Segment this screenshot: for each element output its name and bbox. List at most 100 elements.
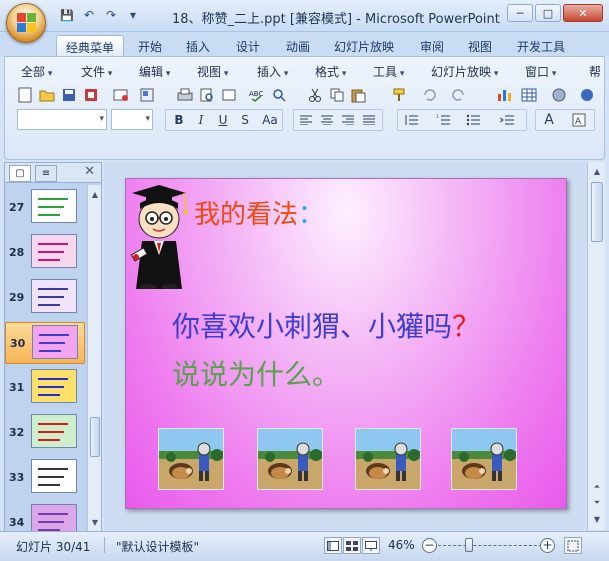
format-painter-icon[interactable] bbox=[389, 85, 408, 104]
slide-thumbnail[interactable]: 28 bbox=[5, 232, 85, 274]
classic-menu-item[interactable]: 窗口 bbox=[525, 63, 556, 80]
customize-qat-icon[interactable]: ▾ bbox=[124, 6, 142, 24]
scrollbar-thumb[interactable] bbox=[90, 417, 100, 457]
slides-tab[interactable]: ▢ bbox=[9, 165, 31, 182]
undo-icon[interactable] bbox=[419, 85, 438, 104]
redo-icon[interactable] bbox=[449, 85, 468, 104]
redo-icon[interactable]: ↷ bbox=[102, 6, 120, 24]
zoom-out-button[interactable]: − bbox=[422, 538, 437, 553]
classic-menu-item[interactable]: 文件 bbox=[81, 63, 112, 80]
font-name-combo[interactable]: ▾ bbox=[17, 109, 107, 130]
zoom-in-button[interactable]: + bbox=[540, 538, 555, 553]
hedgehog-picture[interactable] bbox=[355, 428, 421, 490]
align-center-icon[interactable] bbox=[318, 111, 336, 129]
permission-icon[interactable] bbox=[81, 85, 100, 104]
current-slide[interactable]: 我的看法： 你喜欢小刺猬、小獾吗？ 说说为什么。 bbox=[125, 178, 567, 509]
print-icon[interactable] bbox=[175, 85, 194, 104]
italic-button[interactable]: I bbox=[192, 111, 210, 129]
justify-icon[interactable] bbox=[360, 111, 378, 129]
web-page-icon[interactable] bbox=[137, 85, 156, 104]
cut-icon[interactable] bbox=[305, 85, 324, 104]
open-folder-icon[interactable] bbox=[37, 85, 56, 104]
slide-thumbnail[interactable]: 31 bbox=[5, 367, 85, 409]
bullets-icon[interactable] bbox=[464, 111, 482, 129]
thumbnail-scrollbar[interactable]: ▲ ▼ bbox=[87, 185, 101, 531]
scroll-down-icon[interactable]: ▼ bbox=[591, 512, 603, 526]
ribbon-tab[interactable]: 开发工具 bbox=[508, 35, 574, 56]
ribbon-tab[interactable]: 插入 bbox=[178, 35, 218, 56]
research-icon[interactable] bbox=[269, 85, 288, 104]
close-pane-icon[interactable]: ✕ bbox=[84, 164, 95, 179]
undo-icon[interactable]: ↶ bbox=[80, 6, 98, 24]
normal-view-icon[interactable] bbox=[324, 537, 342, 554]
classic-menu-item[interactable]: 幻灯片放映 bbox=[431, 63, 498, 80]
copy-icon[interactable] bbox=[327, 85, 346, 104]
save-icon[interactable]: 💾 bbox=[58, 6, 76, 24]
zoom-slider-track[interactable] bbox=[438, 545, 542, 546]
classic-menu-item[interactable]: 插入 bbox=[257, 63, 288, 80]
scroll-up-icon[interactable]: ▲ bbox=[89, 187, 101, 201]
classic-menu-item[interactable]: 视图 bbox=[197, 63, 228, 80]
ribbon-tab[interactable]: 幻灯片放映 bbox=[326, 35, 402, 56]
new-document-icon[interactable] bbox=[15, 85, 34, 104]
classic-menu-item[interactable]: 帮 bbox=[589, 63, 601, 80]
save-icon[interactable] bbox=[59, 85, 78, 104]
ribbon-tab[interactable]: 开始 bbox=[130, 35, 170, 56]
classic-menu-item[interactable]: 全部 bbox=[21, 63, 52, 80]
slide-thumbnail[interactable]: 29 bbox=[5, 277, 85, 319]
classic-menu-item[interactable]: 编辑 bbox=[139, 63, 170, 80]
numbering-icon[interactable]: 1 bbox=[434, 111, 452, 129]
indent-icon[interactable] bbox=[498, 111, 516, 129]
slide-thumbnail[interactable]: 27 bbox=[5, 187, 85, 229]
align-right-icon[interactable] bbox=[339, 111, 357, 129]
line-spacing-icon[interactable] bbox=[402, 111, 420, 129]
prev-slide-icon[interactable]: ⏶ bbox=[591, 480, 603, 494]
slide-scrollbar[interactable]: ▲ ⏶ ⏷ ▼ bbox=[587, 162, 605, 530]
spelling-icon[interactable]: ABC bbox=[247, 85, 266, 104]
zoom-slider-thumb[interactable] bbox=[465, 538, 474, 552]
slide-thumbnail[interactable]: 34 bbox=[5, 502, 85, 531]
print-preview-icon[interactable] bbox=[197, 85, 216, 104]
slide-thumbnail[interactable]: 33 bbox=[5, 457, 85, 499]
next-slide-icon[interactable]: ⏷ bbox=[591, 496, 603, 510]
ribbon-tab[interactable]: 视图 bbox=[460, 35, 500, 56]
hedgehog-picture[interactable] bbox=[451, 428, 517, 490]
layout-icon[interactable] bbox=[219, 85, 238, 104]
hedgehog-picture[interactable] bbox=[158, 428, 224, 490]
classic-menu-item[interactable]: 工具 bbox=[373, 63, 404, 80]
outline-tab[interactable]: ≡ bbox=[35, 165, 57, 182]
font-grow-icon[interactable]: A bbox=[540, 111, 558, 129]
office-button[interactable] bbox=[6, 3, 46, 43]
insert-table-icon[interactable] bbox=[519, 85, 538, 104]
insert-chart-icon[interactable] bbox=[495, 85, 514, 104]
fit-to-window-icon[interactable] bbox=[564, 537, 582, 554]
theme-name[interactable]: "默认设计模板" bbox=[116, 538, 199, 555]
help-icon[interactable] bbox=[577, 85, 596, 104]
ribbon-tab[interactable]: 经典菜单 bbox=[56, 35, 124, 56]
classic-menu-item[interactable]: 格式 bbox=[315, 63, 346, 80]
align-left-icon[interactable] bbox=[297, 111, 315, 129]
maximize-button[interactable]: □ bbox=[535, 4, 561, 22]
slideshow-view-icon[interactable] bbox=[362, 537, 380, 554]
scrollbar-thumb[interactable] bbox=[591, 182, 603, 242]
change-case-button[interactable]: Aa bbox=[258, 111, 282, 129]
slide-thumbnail[interactable]: 30 bbox=[5, 322, 85, 364]
email-icon[interactable] bbox=[111, 85, 130, 104]
scroll-up-icon[interactable]: ▲ bbox=[591, 164, 603, 178]
bold-button[interactable]: B bbox=[170, 111, 188, 129]
slide-sorter-icon[interactable] bbox=[343, 537, 361, 554]
hedgehog-picture[interactable] bbox=[257, 428, 323, 490]
minimize-button[interactable]: ─ bbox=[507, 4, 533, 22]
zoom-icon[interactable] bbox=[549, 85, 568, 104]
zoom-level[interactable]: 46% bbox=[388, 538, 415, 552]
close-button[interactable]: ✕ bbox=[563, 4, 603, 22]
font-shrink-icon[interactable]: A bbox=[570, 111, 588, 129]
font-size-combo[interactable]: ▾ bbox=[111, 109, 153, 130]
ribbon-tab[interactable]: 动画 bbox=[278, 35, 318, 56]
strikethrough-button[interactable]: S bbox=[236, 111, 254, 129]
paste-icon[interactable] bbox=[349, 85, 368, 104]
ribbon-tab[interactable]: 设计 bbox=[228, 35, 268, 56]
scroll-down-icon[interactable]: ▼ bbox=[89, 515, 101, 529]
ribbon-tab[interactable]: 审阅 bbox=[412, 35, 452, 56]
underline-button[interactable]: U bbox=[214, 111, 232, 129]
